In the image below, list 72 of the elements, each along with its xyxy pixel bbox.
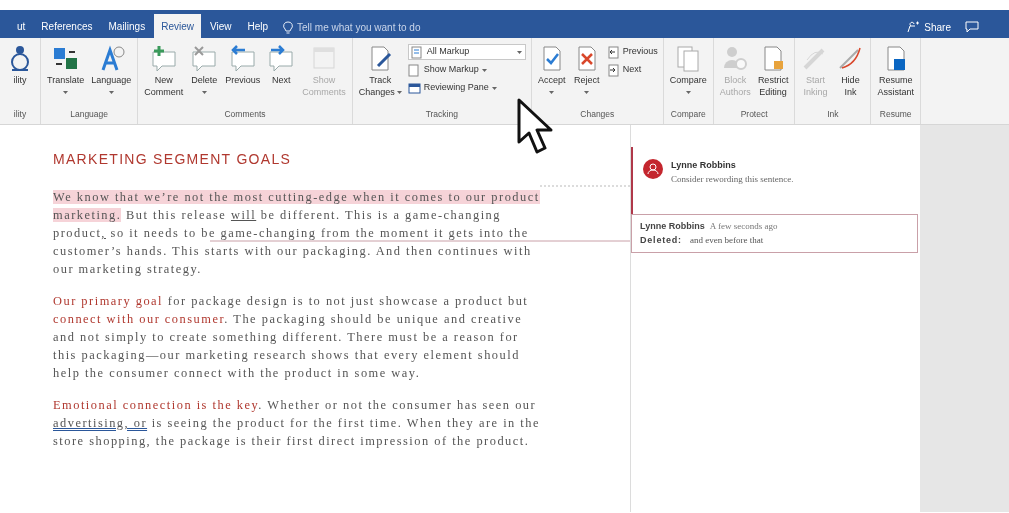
ribbon-button[interactable]: Next	[606, 62, 658, 78]
caret-icon	[584, 90, 590, 94]
revision-time: A few seconds ago	[709, 220, 778, 233]
ribbon-button[interactable]: Reject	[569, 44, 604, 98]
group-label: Ink	[826, 108, 840, 122]
caret-icon	[481, 68, 487, 72]
ribbon-button[interactable]: Accept	[534, 44, 569, 98]
comments-button[interactable]	[965, 21, 979, 33]
revision-text: and even before that	[689, 233, 764, 247]
group-label: Language	[69, 108, 110, 122]
tell-me-field[interactable]: Tell me what you want to do	[297, 19, 448, 35]
paragraph: Emotional connection is the key. Whether or not the consumer has seen our advertising, or is seeing the product for the first time. When they are in the store shopping, the package is their first direct impression of the product.	[53, 397, 541, 450]
caret-icon	[491, 86, 497, 90]
group-label: Protect	[739, 108, 769, 122]
group-label: Comments	[223, 108, 267, 122]
comment-arrow-right-icon	[267, 44, 296, 72]
page-arrow-left-icon	[606, 45, 620, 59]
caret-icon	[108, 90, 114, 94]
comment-plus-icon	[149, 44, 178, 72]
group-label: Changes	[579, 108, 616, 122]
group-label: Tracking	[424, 108, 459, 122]
group-label: Resume	[878, 108, 913, 122]
speech-bubble-icon	[965, 21, 979, 33]
share-button[interactable]: Share	[906, 19, 951, 35]
ribbon-tab[interactable]: References	[34, 14, 100, 38]
person-block-icon	[721, 44, 750, 72]
ribbon-tab[interactable]: Help	[240, 14, 276, 38]
document-heading: MARKETING SEGMENT GOALS	[53, 150, 292, 169]
ribbon-button[interactable]: Restrict Editing	[754, 44, 792, 98]
caret-icon	[685, 90, 691, 94]
ribbon-button[interactable]: Track Changes	[355, 44, 405, 98]
page-icon	[407, 63, 421, 77]
markup-dropdown[interactable]: All Markup	[407, 44, 526, 60]
lightbulb-icon	[283, 20, 294, 34]
pages-icon	[410, 45, 424, 59]
group-label: ility	[12, 108, 28, 122]
ribbon-button[interactable]: Previous	[222, 44, 264, 86]
ribbon-button[interactable]: Hide Ink	[833, 44, 868, 98]
revision-card[interactable]: Lynne Robbins A few seconds ago Deleted: and even before that	[631, 214, 918, 253]
caret-icon	[516, 50, 522, 54]
avatar-icon	[643, 159, 663, 179]
ribbon-button[interactable]: Language	[88, 44, 135, 98]
comment-author: Lynne Robbins	[671, 159, 737, 172]
ribbon-tab[interactable]: Mailings	[101, 14, 153, 38]
comment-text: Consider rewording this sentence.	[671, 172, 794, 186]
ribbon-button[interactable]: Resume Assistant	[874, 44, 917, 98]
caret-icon	[396, 90, 402, 94]
ribbon-tab[interactable]: View	[202, 14, 239, 38]
group-label: Compare	[669, 108, 707, 122]
ribbon-tab[interactable]: Review	[154, 14, 201, 38]
revision-label: Deleted:	[640, 233, 682, 247]
revision-author: Lynne Robbins	[640, 220, 705, 233]
ribbon-button[interactable]: Translate	[44, 44, 88, 98]
paragraph: Our primary goal for package design is to not just showcase a product but connect with our consumer. The packaging should be unique and creative and not simply to create something different. There must be a reason for this packaging—our marketing research shows that every element should help the consumer connect with the product in some way.	[53, 293, 530, 382]
ribbon-button[interactable]: Show Markup	[407, 62, 526, 78]
comment-x-icon	[190, 44, 219, 72]
pane-icon	[407, 81, 421, 95]
page-arrow-right-icon	[606, 63, 620, 77]
person-plus-icon	[906, 21, 921, 33]
ribbon-button[interactable]: New Comment	[141, 44, 187, 98]
ribbon-button[interactable]: Compare	[666, 44, 710, 98]
caret-icon	[63, 90, 69, 94]
caret-icon	[549, 90, 555, 94]
ribbon-tab[interactable]: ut	[10, 14, 33, 38]
ribbon-button[interactable]: Delete	[187, 44, 222, 98]
ribbon-button[interactable]: Previous	[606, 44, 658, 60]
caret-icon	[201, 90, 207, 94]
paragraph: We know that we’re not the most cutting-edge when it comes to our product marketing. But this release will be different. This is a game-changing product, so it needs to be game-changing from the moment it gets into the customer’s hands. This starts with our packaging. And then continues with our marketing strategy.	[53, 189, 541, 278]
ribbon-button[interactable]: ility	[3, 44, 37, 86]
comment-arrow-left-icon	[228, 44, 257, 72]
ribbon-button[interactable]: Reviewing Pane	[407, 80, 526, 96]
ribbon-button[interactable]: Next	[264, 44, 299, 86]
